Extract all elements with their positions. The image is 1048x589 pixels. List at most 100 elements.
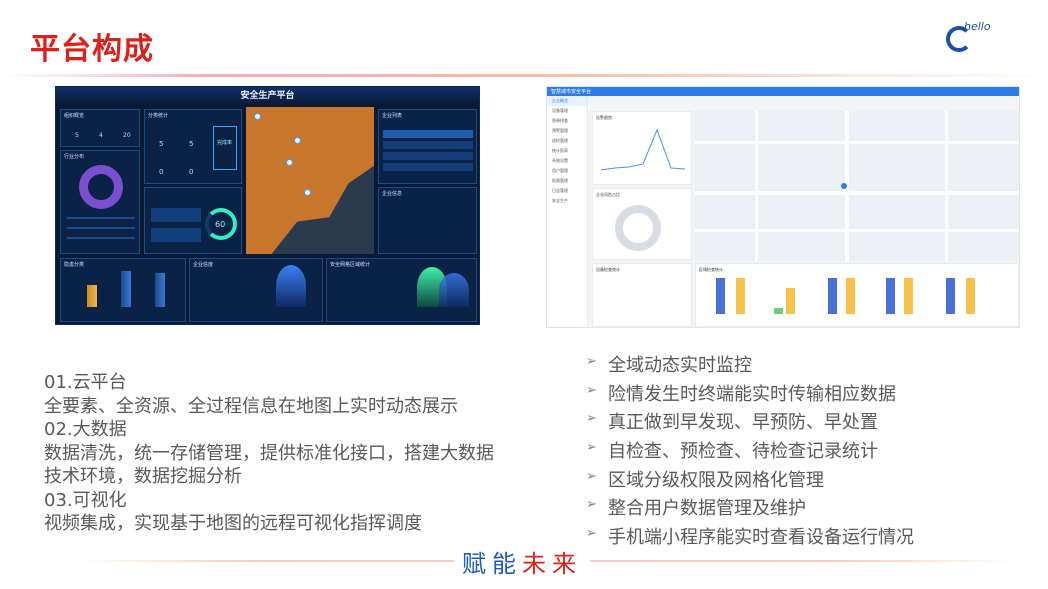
panel-hazard: 隐患分类	[60, 258, 186, 322]
ratio-donut	[615, 205, 661, 251]
card-stats-title: 设备检查统计	[596, 267, 620, 272]
panel-grid: 安全网格区域统计	[326, 258, 477, 322]
org-value-3: 20	[123, 132, 131, 139]
feature-item: ➢ 险情发生时终端能实时传输相应数据	[586, 380, 1026, 409]
5g-hello-logo: hello	[928, 18, 998, 58]
desc-line: 数据清洗，统一存储管理，提供标准化接口，搭建大数据	[44, 442, 494, 464]
hazard-bar	[155, 273, 165, 307]
platform-description: 01.云平台 全要素、全资源、全过程信息在地图上实时动态展示 02.大数据 数据…	[44, 371, 544, 536]
feature-item: ➢ 自检查、预检查、待检查记录统计	[586, 437, 1026, 466]
arrow-bullet-icon: ➢	[586, 497, 597, 513]
arrow-bullet-icon: ➢	[586, 440, 597, 456]
stat-value-2: 5	[189, 140, 194, 148]
sidebar-item[interactable]: 权限管理	[547, 176, 587, 186]
panel-monitor: 60	[144, 187, 242, 254]
feature-text: 手机端小程序能实时查看设备运行情况	[608, 527, 914, 549]
org-value-1: 5	[75, 132, 79, 139]
panel-industry: 行业分布	[60, 150, 140, 254]
org-value-2: 4	[99, 132, 103, 139]
panel-org: 组织概览 5 4 20	[60, 109, 140, 147]
desc-line: 03.可视化	[44, 489, 127, 511]
dashboard-title: 安全生产平台	[56, 87, 479, 105]
arrow-bullet-icon: ➢	[586, 411, 597, 427]
map-pin-icon[interactable]	[304, 189, 311, 196]
panel-enterprise-risk: 企业信度	[189, 258, 323, 322]
hazard-bar	[87, 285, 97, 307]
sidebar-item[interactable]: 日志管理	[547, 186, 587, 196]
desc-line: 技术环境，数据挖掘分析	[44, 466, 242, 487]
industry-donut	[79, 165, 123, 209]
feature-item: ➢ 真正做到早发现、早预防、早处置	[586, 408, 1026, 437]
feature-text: 区域分级权限及网格化管理	[608, 469, 824, 491]
panel-hazard-title: 隐患分类	[64, 262, 85, 268]
dashboard-screenshot: 安全生产平台 组织概览 5 4 20 行业分布 分类统计 5 5 0 0 完成率	[55, 86, 480, 325]
panel-stats-title: 分类统计	[148, 113, 169, 119]
slogan: 赋能未来	[454, 544, 590, 579]
admin-map[interactable]	[695, 111, 1019, 261]
panel-enterprise-risk-title: 企业信度	[193, 262, 214, 268]
grid-peak	[439, 273, 469, 307]
desc-line: 02.大数据	[44, 419, 127, 440]
feature-item: ➢ 区域分级权限及网格化管理	[586, 466, 1026, 495]
rate-box: 完成率	[213, 126, 237, 170]
list-item[interactable]	[383, 130, 473, 138]
card-trend-title: 告警趋势	[596, 115, 612, 120]
panel-org-title: 组织概览	[64, 113, 85, 119]
feature-text: 真正做到早发现、早预防、早处置	[608, 412, 878, 434]
title-divider	[0, 74, 1048, 77]
arrow-bullet-icon: ➢	[586, 526, 597, 542]
sidebar-item[interactable]: 安全生产	[547, 196, 587, 206]
slogan-part2: 未来	[522, 550, 582, 578]
arrow-bullet-icon: ➢	[586, 468, 597, 484]
list-item[interactable]	[383, 141, 473, 149]
arrow-bullet-icon: ➢	[586, 382, 597, 398]
sidebar-item[interactable]: 系统设置	[547, 156, 587, 166]
feature-item: ➢ 手机端小程序能实时查看设备运行情况	[586, 523, 1026, 552]
dashboard-map[interactable]	[246, 107, 374, 254]
arrow-bullet-icon: ➢	[586, 354, 597, 369]
sidebar-item[interactable]: 设备管理	[547, 106, 587, 116]
map-pin-icon[interactable]	[294, 137, 301, 144]
panel-enterprise-list-title: 企业列表	[382, 113, 403, 119]
sidebar-item[interactable]: 统计报表	[547, 146, 587, 156]
admin-topbar: 智慧城市安全平台	[547, 87, 1019, 96]
hazard-bar	[121, 271, 131, 307]
panel-stats: 分类统计 5 5 0 0 完成率	[144, 109, 242, 184]
logo-hello-text: hello	[964, 20, 991, 33]
slide-title: 平台构成	[30, 32, 154, 67]
desc-line: 01.云平台	[44, 372, 127, 393]
rate-label: 完成率	[217, 140, 233, 146]
location-pin-icon[interactable]	[841, 183, 847, 189]
list-item[interactable]	[383, 152, 473, 160]
desc-line: 视频集成，实现基于地图的远程可视化指挥调度	[44, 513, 422, 534]
slide: 平台构成 hello 安全生产平台 组织概览 5 4 20 行业分布 分类统计 …	[0, 0, 1048, 589]
feature-text: 自检查、预检查、待检查记录统计	[608, 441, 878, 463]
sidebar-item[interactable]: 巡检管理	[547, 136, 587, 146]
card-bar-title: 区域检查统计	[699, 267, 723, 272]
card-stats: 设备检查统计	[592, 263, 692, 327]
sidebar-item[interactable]: 用户管理	[547, 166, 587, 176]
map-pin-icon[interactable]	[286, 159, 293, 166]
panel-grid-title: 安全网格区域统计	[330, 262, 371, 268]
feature-text: 险情发生时终端能实时传输相应数据	[608, 383, 896, 405]
feature-item: ➢ 整合用户数据管理及维护	[586, 494, 1026, 523]
sidebar-item[interactable]: 企业概览	[547, 96, 587, 106]
card-bar: 区域检查统计	[695, 263, 1019, 327]
sidebar-item[interactable]: 预警管理	[547, 126, 587, 136]
admin-title: 智慧城市安全平台	[551, 89, 592, 95]
admin-screenshot: 智慧城市安全平台 企业概览 设备管理 隐患排查 预警管理 巡检管理 统计报表 系…	[546, 86, 1020, 328]
feature-list: ➢ 全域动态实时监控 ➢ 险情发生时终端能实时传输相应数据 ➢ 真正做到早发现、…	[586, 351, 1026, 552]
card-ratio: 企业风险占比	[592, 188, 692, 260]
card-trend: 告警趋势	[592, 111, 692, 185]
rate-value: 60	[215, 220, 226, 229]
panel-enterprise-info: 企业信息	[378, 187, 477, 254]
slogan-part1: 赋能	[462, 550, 522, 578]
card-ratio-title: 企业风险占比	[596, 192, 620, 197]
feature-text: 整合用户数据管理及维护	[608, 498, 806, 520]
stat-value-4: 0	[189, 168, 194, 176]
panel-industry-title: 行业分布	[64, 154, 85, 160]
trend-line	[600, 128, 686, 171]
map-pin-icon[interactable]	[254, 113, 261, 120]
list-item[interactable]	[383, 163, 473, 171]
sidebar-item[interactable]: 隐患排查	[547, 116, 587, 126]
